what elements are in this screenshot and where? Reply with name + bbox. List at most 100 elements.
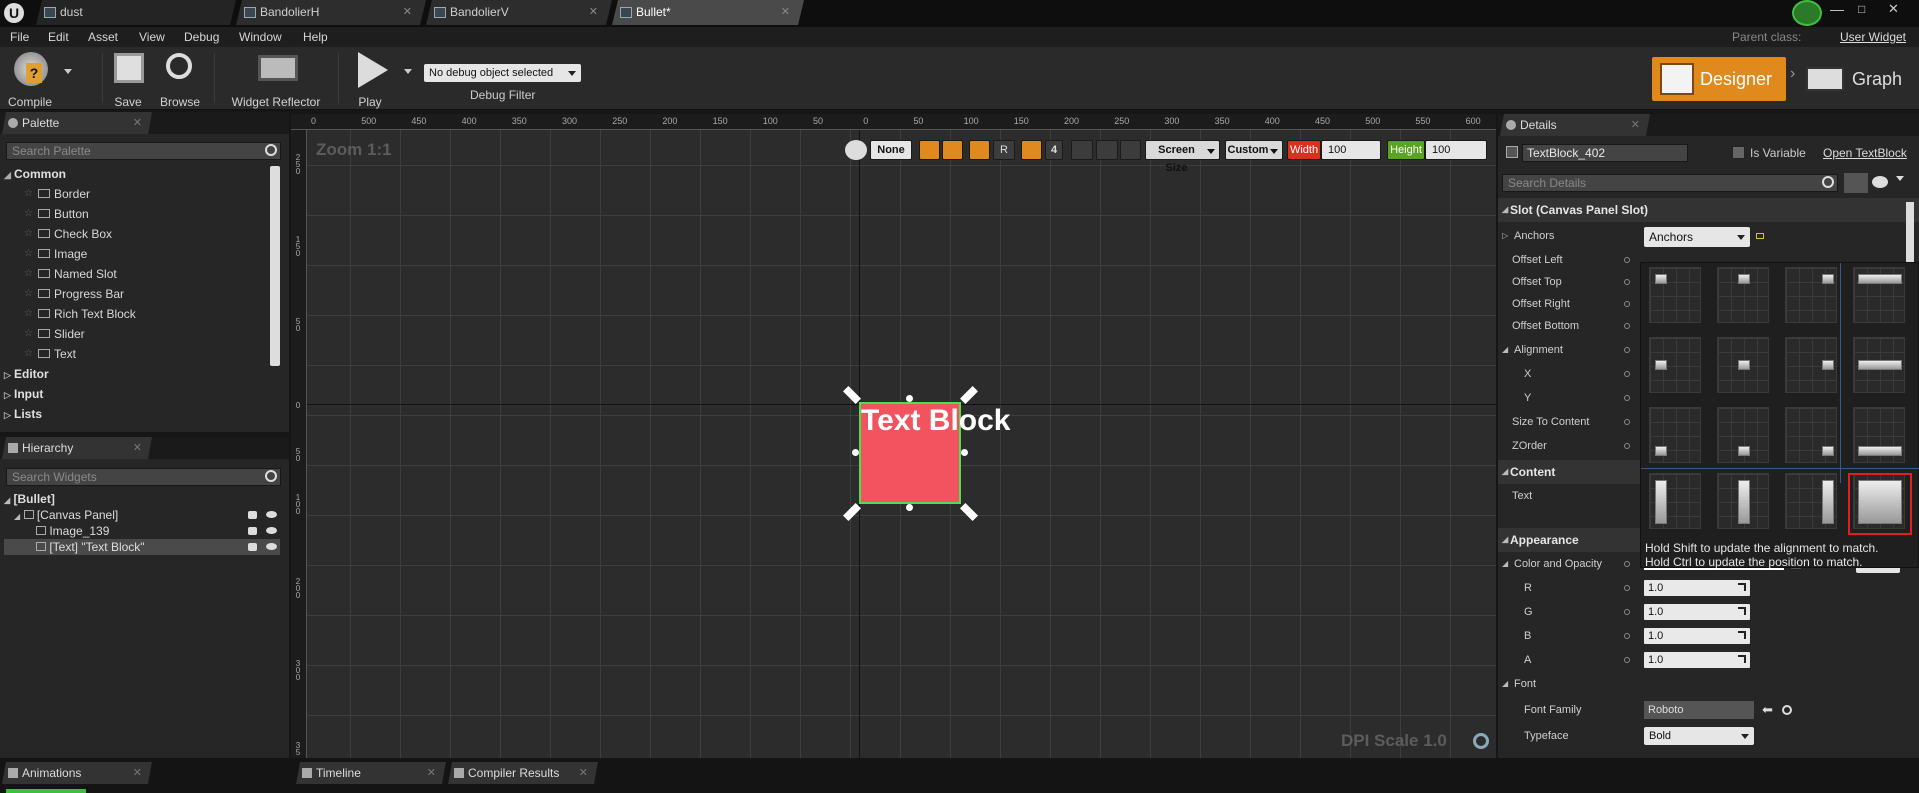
tab-bandolierv[interactable]: BandolierV ✕ bbox=[426, 0, 612, 25]
color-g-input[interactable]: 1.0 bbox=[1644, 604, 1750, 620]
open-textblock-link[interactable]: Open TextBlock bbox=[1823, 146, 1907, 160]
anchor-preset[interactable] bbox=[1785, 337, 1837, 393]
tree-canvas-panel[interactable]: ◢ [Canvas Panel] bbox=[14, 507, 280, 523]
pin-icon[interactable] bbox=[1624, 371, 1630, 377]
play-options-chevron-icon[interactable] bbox=[404, 69, 412, 78]
anchor-preset[interactable] bbox=[1785, 407, 1837, 463]
parent-class-link[interactable]: User Widget bbox=[1840, 30, 1906, 44]
palette-scrollbar[interactable] bbox=[270, 166, 280, 366]
close-icon[interactable]: ✕ bbox=[589, 0, 598, 25]
minimize-button[interactable]: — bbox=[1830, 0, 1844, 18]
lock-icon[interactable] bbox=[248, 527, 257, 535]
tab-compiler-results[interactable]: Compiler Results ✕ bbox=[448, 762, 598, 784]
star-icon[interactable]: ☆ bbox=[24, 344, 33, 364]
pin-icon[interactable] bbox=[1624, 585, 1630, 591]
anchor-preset[interactable] bbox=[1649, 267, 1701, 323]
star-icon[interactable]: ☆ bbox=[24, 324, 33, 344]
custom-size-dropdown[interactable]: Custom bbox=[1225, 140, 1283, 160]
tab-dust[interactable]: dust bbox=[36, 0, 236, 25]
grid-snap-icon[interactable] bbox=[919, 140, 940, 160]
widget-name-input[interactable]: TextBlock_402 bbox=[1522, 144, 1688, 162]
close-icon[interactable]: ✕ bbox=[403, 0, 412, 25]
menu-edit[interactable]: Edit bbox=[48, 27, 69, 47]
hierarchy-tab[interactable]: Hierarchy ✕ bbox=[2, 437, 152, 459]
category-lists[interactable]: ▷ Lists bbox=[4, 404, 264, 424]
designer-button[interactable]: Designer bbox=[1652, 57, 1786, 101]
menu-view[interactable]: View bbox=[139, 27, 165, 47]
anchor-preset[interactable] bbox=[1717, 337, 1769, 393]
close-icon[interactable]: ✕ bbox=[133, 762, 142, 784]
image-icon[interactable] bbox=[1096, 140, 1118, 160]
anchor-preset[interactable] bbox=[1853, 337, 1905, 393]
pin-icon[interactable] bbox=[1624, 279, 1630, 285]
expand-icon[interactable]: ◢ bbox=[1502, 672, 1508, 696]
color-r-input[interactable]: 1.0 bbox=[1644, 580, 1750, 596]
anchor-preset[interactable] bbox=[1717, 473, 1769, 529]
palette-item-checkbox[interactable]: ☆ Check Box bbox=[0, 224, 260, 244]
gear-icon[interactable] bbox=[1473, 733, 1489, 749]
anchor-preset[interactable] bbox=[1649, 337, 1701, 393]
palette-item-border[interactable]: ☆ Border bbox=[0, 184, 260, 204]
close-icon[interactable]: ✕ bbox=[427, 762, 436, 784]
star-icon[interactable]: ☆ bbox=[24, 224, 33, 244]
text-block-widget[interactable]: Text Block bbox=[861, 404, 1011, 438]
star-icon[interactable]: ☆ bbox=[24, 244, 33, 264]
tab-animations[interactable]: Animations ✕ bbox=[2, 762, 152, 784]
pin-icon[interactable] bbox=[1624, 657, 1630, 663]
pin-icon[interactable] bbox=[1624, 633, 1630, 639]
menu-asset[interactable]: Asset bbox=[88, 27, 118, 47]
expand-icon[interactable]: ▷ bbox=[1502, 224, 1508, 248]
category-input[interactable]: ▷ Input bbox=[4, 384, 264, 404]
anchor-preset[interactable] bbox=[1785, 473, 1837, 529]
height-input[interactable]: 100 bbox=[1425, 140, 1487, 160]
close-window-button[interactable]: ✕ bbox=[1888, 0, 1899, 18]
respect-locks-button[interactable]: R bbox=[993, 140, 1015, 160]
tab-bullet[interactable]: Bullet* ✕ bbox=[612, 0, 804, 25]
pin-icon[interactable] bbox=[1624, 561, 1630, 567]
palette-item-slider[interactable]: ☆ Slider bbox=[0, 324, 260, 344]
resize-handle-top[interactable] bbox=[906, 395, 913, 402]
close-icon[interactable]: ✕ bbox=[133, 437, 142, 459]
anchor-preset[interactable] bbox=[1853, 267, 1905, 323]
anchor-preset[interactable] bbox=[1717, 267, 1769, 323]
hierarchy-search-input[interactable]: Search Widgets bbox=[6, 468, 281, 486]
notification-icon[interactable] bbox=[1792, 0, 1822, 26]
widget-reflector-button[interactable]: Widget Reflector bbox=[226, 49, 326, 109]
anchor-preset[interactable] bbox=[1649, 407, 1701, 463]
play-button[interactable]: Play bbox=[348, 49, 392, 109]
grid-icon[interactable] bbox=[1021, 140, 1042, 160]
pin-icon[interactable] bbox=[1624, 395, 1630, 401]
eye-icon[interactable] bbox=[266, 527, 277, 534]
palette-search-input[interactable]: Search Palette bbox=[6, 142, 281, 160]
chevron-down-icon[interactable] bbox=[1896, 176, 1904, 185]
anchor-preset[interactable] bbox=[1785, 267, 1837, 323]
color-a-input[interactable]: 1.0 bbox=[1644, 652, 1750, 668]
palette-item-progress-bar[interactable]: ☆ Progress Bar bbox=[0, 284, 260, 304]
pin-icon[interactable] bbox=[1624, 609, 1630, 615]
font-family-dropdown[interactable]: Roboto bbox=[1644, 701, 1754, 719]
property-matrix-icon[interactable] bbox=[1844, 173, 1868, 193]
section-slot[interactable]: ◢ Slot (Canvas Panel Slot) bbox=[1498, 198, 1919, 222]
anchors-dropdown[interactable]: Anchors bbox=[1644, 227, 1750, 247]
tab-bandolierh[interactable]: BandolierH ✕ bbox=[236, 0, 426, 25]
menu-file[interactable]: File bbox=[10, 27, 29, 47]
debug-object-dropdown[interactable]: No debug object selected bbox=[424, 64, 581, 82]
pin-icon[interactable] bbox=[1624, 347, 1630, 353]
anchor-preset[interactable] bbox=[1717, 407, 1769, 463]
tab-timeline[interactable]: Timeline ✕ bbox=[296, 762, 446, 784]
designer-canvas[interactable]: Zoom 1:1 DPI Scale 1.0 Text Block bbox=[291, 114, 1496, 758]
use-selected-arrow-icon[interactable]: ⬅ bbox=[1762, 698, 1773, 722]
pin-icon[interactable] bbox=[1624, 323, 1630, 329]
tree-root[interactable]: ◢ [Bullet] bbox=[4, 491, 280, 507]
save-button[interactable]: Save bbox=[108, 49, 148, 109]
eye-icon[interactable] bbox=[1872, 176, 1888, 188]
compile-options-chevron-icon[interactable] bbox=[64, 69, 72, 78]
palette-item-named-slot[interactable]: ☆ Named Slot bbox=[0, 264, 260, 284]
is-variable-checkbox[interactable] bbox=[1732, 146, 1745, 159]
menu-debug[interactable]: Debug bbox=[184, 27, 219, 47]
star-icon[interactable]: ☆ bbox=[24, 284, 33, 304]
typeface-dropdown[interactable]: Bold bbox=[1644, 727, 1754, 745]
pin-icon[interactable] bbox=[1624, 301, 1630, 307]
eye-icon[interactable] bbox=[266, 543, 277, 550]
expand-icon[interactable]: ◢ bbox=[1502, 552, 1508, 576]
